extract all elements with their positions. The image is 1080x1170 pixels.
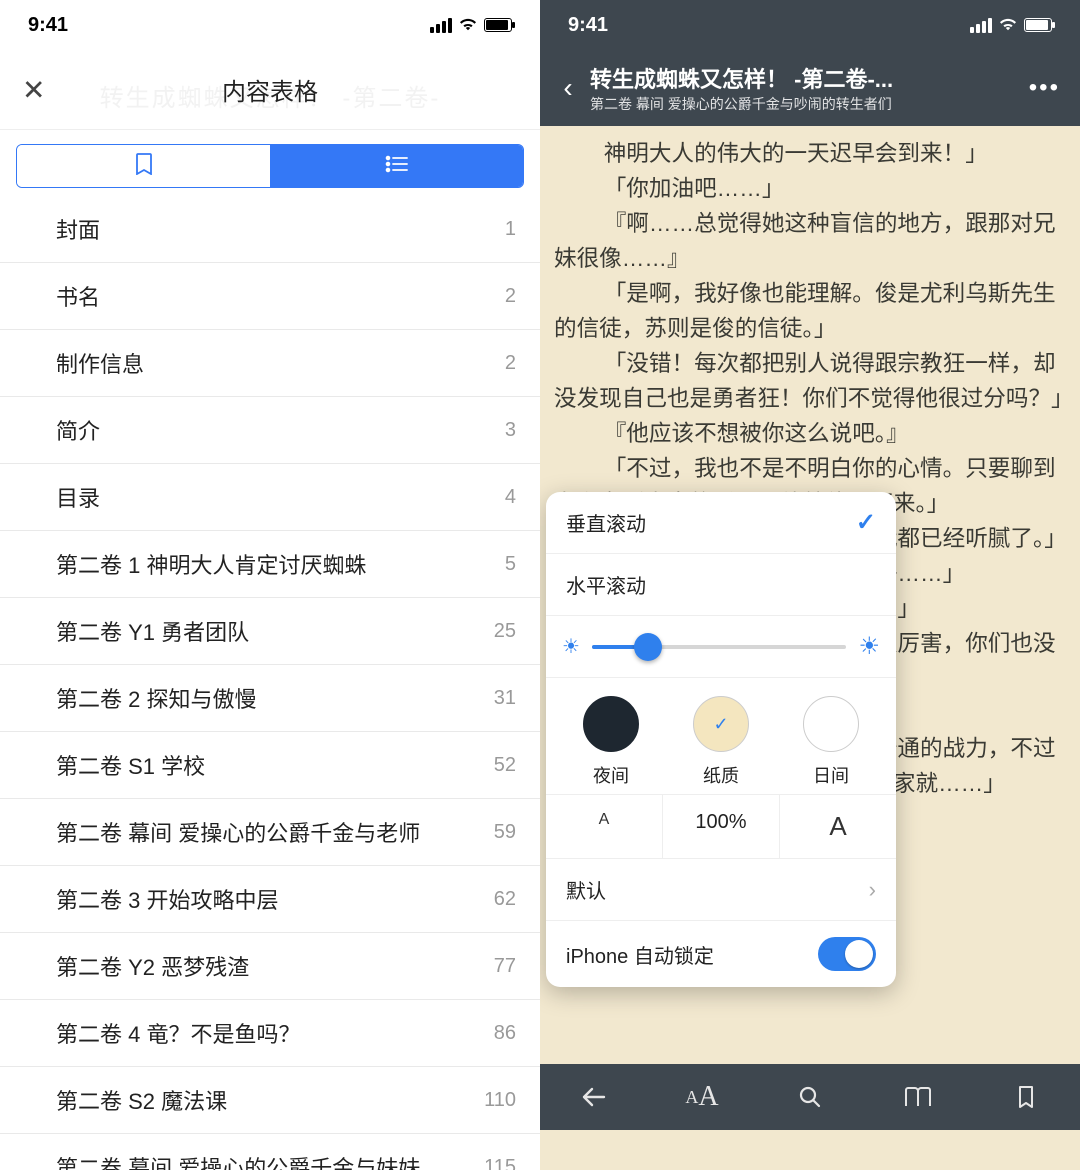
toc-item[interactable]: 第二卷 S1 学校52 (0, 732, 540, 799)
paragraph: 「你加油吧……」 (554, 171, 1066, 206)
option-horizontal-scroll[interactable]: 水平滚动 (546, 554, 896, 616)
swatch-paper: ✓ (693, 696, 749, 752)
paragraph: 「是啊，我好像也能理解。俊是尤利乌斯先生的信徒，苏则是俊的信徒。」 (554, 276, 1066, 346)
chapter-subtitle: 第二卷 幕间 爱操心的公爵千金与吵闹的转生者们 (590, 94, 1019, 114)
chevron-right-icon: › (869, 877, 876, 903)
toc-item[interactable]: 第二卷 4 竜？不是鱼吗？86 (0, 1000, 540, 1067)
more-button[interactable]: ••• (1023, 74, 1066, 102)
toc-screen: 9:41 转生成蜘蛛又怎样！ -第二卷- ✕ 内容表格 封面1 书名2 (0, 0, 540, 1170)
list-icon (385, 155, 409, 178)
theme-day[interactable]: 日间 (803, 696, 859, 788)
display-settings-popover: 垂直滚动 ✓ 水平滚动 ☀ ☀ 夜间 ✓ 纸质 日间 (546, 492, 896, 987)
segmented-control (16, 144, 524, 188)
wifi-icon (458, 14, 478, 37)
tab-toc[interactable] (270, 145, 523, 187)
option-vertical-scroll[interactable]: 垂直滚动 ✓ (546, 492, 896, 554)
theme-paper[interactable]: ✓ 纸质 (693, 696, 749, 788)
brightness-slider-row: ☀ ☀ (546, 616, 896, 678)
modal-header: ✕ 内容表格 (0, 50, 540, 130)
paragraph: 神明大人的伟大的一天迟早会到来！」 (554, 136, 1066, 171)
modal-title: 内容表格 (222, 72, 318, 107)
status-time: 9:41 (28, 14, 68, 37)
reader-header: ‹ 转生成蜘蛛又怎样！ -第二卷-... 第二卷 幕间 爱操心的公爵千金与吵闹的… (540, 50, 1080, 126)
option-autolock: iPhone 自动锁定 (546, 921, 896, 987)
reader-toolbar: AA (540, 1064, 1080, 1130)
brightness-high-icon: ☀ (858, 632, 880, 661)
toc-item[interactable]: 第二卷 Y2 恶梦残渣77 (0, 933, 540, 1000)
toolbar-search-button[interactable] (756, 1064, 864, 1130)
toc-item[interactable]: 第二卷 1 神明大人肯定讨厌蜘蛛5 (0, 531, 540, 598)
toc-item[interactable]: 封面1 (0, 196, 540, 263)
font-increase-button[interactable]: A (780, 795, 896, 858)
zoom-value: 100% (663, 795, 780, 858)
bookmark-icon (135, 153, 153, 180)
toc-item[interactable]: 第二卷 S2 魔法课110 (0, 1067, 540, 1134)
toc-item[interactable]: 第二卷 2 探知与傲慢31 (0, 665, 540, 732)
toc-item[interactable]: 第二卷 幕间 爱操心的公爵千金与老师59 (0, 799, 540, 866)
toc-item[interactable]: 第二卷 Y1 勇者团队25 (0, 598, 540, 665)
toc-list[interactable]: 封面1 书名2 制作信息2 简介3 目录4 第二卷 1 神明大人肯定讨厌蜘蛛5 … (0, 196, 540, 1170)
theme-row: 夜间 ✓ 纸质 日间 (546, 678, 896, 795)
battery-icon (484, 18, 512, 32)
toolbar-toc-button[interactable] (864, 1064, 972, 1130)
book-title: 转生成蜘蛛又怎样！ -第二卷-... (590, 62, 1019, 94)
back-button[interactable]: ‹ (550, 72, 586, 104)
theme-night[interactable]: 夜间 (583, 696, 639, 788)
cellular-icon (970, 18, 992, 33)
toc-item[interactable]: 制作信息2 (0, 330, 540, 397)
paragraph: 『他应该不想被你这么说吧。』 (554, 416, 1066, 451)
tab-bookmarks[interactable] (17, 145, 270, 187)
brightness-slider[interactable] (592, 645, 847, 649)
checkmark-icon: ✓ (856, 508, 876, 537)
toc-item[interactable]: 简介3 (0, 397, 540, 464)
status-indicators (970, 14, 1052, 37)
autolock-toggle[interactable] (818, 937, 876, 971)
status-bar: 9:41 (0, 0, 540, 50)
toolbar-back-button[interactable] (540, 1064, 648, 1130)
reader-screen: 9:41 ‹ 转生成蜘蛛又怎样！ -第二卷-... 第二卷 幕间 爱操心的公爵千… (540, 0, 1080, 1170)
toc-item[interactable]: 第二卷 幕间 爱操心的公爵千金与妹妹115 (0, 1134, 540, 1170)
battery-icon (1024, 18, 1052, 32)
status-bar: 9:41 (540, 0, 1080, 50)
toolbar-bookmark-button[interactable] (972, 1064, 1080, 1130)
close-icon[interactable]: ✕ (22, 73, 45, 106)
brightness-low-icon: ☀ (562, 634, 580, 659)
font-size-row: A 100% A (546, 795, 896, 859)
wifi-icon (998, 14, 1018, 37)
toc-item[interactable]: 第二卷 3 开始攻略中层62 (0, 866, 540, 933)
swatch-day (803, 696, 859, 752)
toc-item[interactable]: 目录4 (0, 464, 540, 531)
swatch-night (583, 696, 639, 752)
toc-item[interactable]: 书名2 (0, 263, 540, 330)
paragraph: 「没错！每次都把别人说得跟宗教狂一样，却没发现自己也是勇者狂！你们不觉得他很过分… (554, 346, 1066, 416)
checkmark-icon: ✓ (713, 714, 728, 735)
option-default-font[interactable]: 默认 › (546, 859, 896, 921)
font-decrease-button[interactable]: A (546, 795, 663, 858)
status-indicators (430, 14, 512, 37)
paragraph: 『啊……总觉得她这种盲信的地方，跟那对兄妹很像……』 (554, 206, 1066, 276)
cellular-icon (430, 18, 452, 33)
toolbar-font-button[interactable]: AA (648, 1064, 756, 1130)
status-time: 9:41 (568, 14, 608, 37)
